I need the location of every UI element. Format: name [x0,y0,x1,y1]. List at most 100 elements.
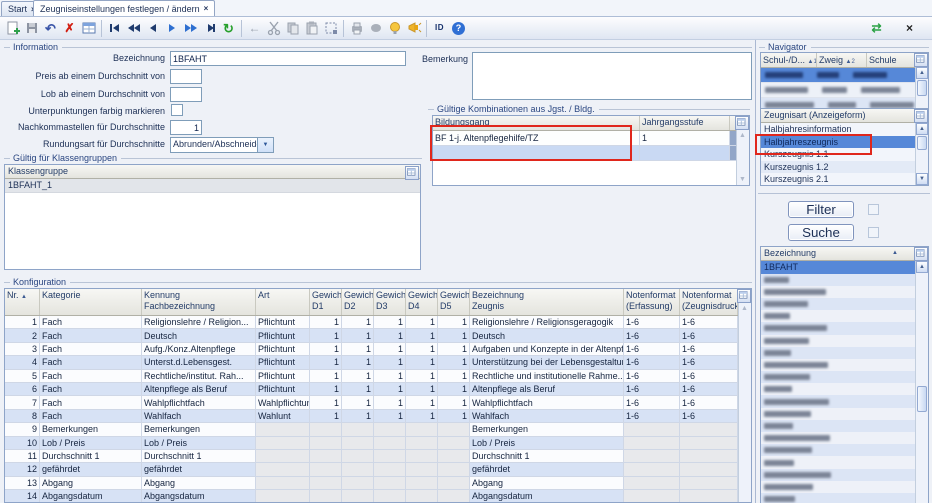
id-icon[interactable]: ID [430,19,449,38]
redacted-row[interactable] [761,408,919,420]
select-icon[interactable] [321,19,340,38]
tab-close-icon[interactable]: × [204,4,209,13]
kombinationen-scrollbar[interactable]: ▲ ▼ [736,130,749,185]
undo-icon[interactable]: ↶ [41,19,60,38]
column-header[interactable]: Schule [867,53,916,67]
field-chooser-button[interactable] [735,116,749,130]
column-header[interactable]: Nr. ▲ [5,289,40,316]
redacted-row[interactable] [761,432,919,444]
column-header[interactable]: Art [256,289,310,316]
redacted-row[interactable] [761,68,919,83]
bezeichnung-item-selected[interactable]: 1BFAHT [761,261,922,274]
prev-page-icon[interactable] [124,19,143,38]
notify-icon[interactable] [404,19,423,38]
field-chooser-button[interactable] [405,166,419,180]
config-row[interactable]: 9BemerkungenBemerkungenBemerkungen✗ [5,423,752,436]
column-header[interactable]: GewichtD1 [310,289,342,316]
filter-button[interactable]: Filter [788,201,854,218]
scroll-down-icon[interactable]: ▼ [916,173,928,185]
suche-checkbox[interactable] [868,227,879,238]
zeugnisart-header[interactable]: Zeugnisart (Anzeigeform) [761,109,928,123]
config-row[interactable]: 7FachWahlpflichtfachWahlpflichtunt11111W… [5,396,752,409]
next-record-icon[interactable] [162,19,181,38]
column-header[interactable]: Notenformat(Zeugnisdruck) [680,289,738,316]
kombination-row[interactable]: ✗ [433,146,750,161]
refresh-icon[interactable]: ↻ [219,19,238,38]
tab-zeugniseinstellungen[interactable]: Zeugniseinstellungen festlegen / ändern … [33,0,215,16]
zeugnisart-item-kurszeugnis-2-1[interactable]: Kurszeugnis 2.1 [761,173,922,186]
redacted-row[interactable] [761,83,919,98]
field-chooser-button[interactable] [914,109,928,123]
column-header[interactable]: GewichtD5 [438,289,470,316]
unterpunktungen-checkbox[interactable] [171,104,183,116]
column-header[interactable]: Notenformat(Erfassung) [624,289,680,316]
save-icon[interactable] [22,19,41,38]
klassengruppen-header[interactable]: Klassengruppe [5,165,420,179]
config-row[interactable]: 8FachWahlfachWahlunt11111Wahlfach1-61-6W… [5,409,752,422]
delete-icon[interactable]: ✗ [60,19,79,38]
config-row[interactable]: 6FachAltenpflege als BerufPflichtunt1111… [5,382,752,395]
zeugnisart-scrollbar[interactable]: ▲ ▼ [915,123,928,185]
config-row[interactable]: 1FachReligionslehre / Religion...Pflicht… [5,316,752,329]
hint-icon[interactable] [385,19,404,38]
redacted-row[interactable] [761,444,919,456]
chevron-down-icon[interactable]: ▼ [257,138,273,152]
redacted-row[interactable] [761,310,919,322]
suche-button[interactable]: Suche [788,224,854,241]
config-row[interactable]: 5FachRechtliche/institut. Rah...Pflichtu… [5,369,752,382]
field-chooser-button[interactable] [914,247,928,261]
scroll-up-icon[interactable]: ▲ [916,67,928,79]
column-header[interactable]: GewichtD4 [406,289,438,316]
column-header[interactable]: Bildungsgang [433,116,640,131]
column-header[interactable]: Kategorie [40,289,142,316]
column-header[interactable]: Zweig ▲2 [817,53,867,67]
kombination-row[interactable]: BF 1-j. Altenpflegehilfe/TZ1✗ [433,131,750,146]
redacted-row[interactable] [761,371,919,383]
config-row[interactable]: 11Durchschnitt 1Durchschnitt 1Durchschni… [5,449,752,462]
redacted-row[interactable] [761,347,919,359]
zeugnisart-item-kurszeugnis-1-2[interactable]: Kurszeugnis 1.2 [761,161,922,174]
redacted-row[interactable] [761,335,919,347]
scroll-up-icon[interactable]: ▲ [916,261,928,273]
cut-icon[interactable] [264,19,283,38]
bezeichnung-scrollbar[interactable]: ▲ [915,261,928,503]
nachkommastellen-input[interactable] [170,120,202,135]
edit-grid-icon[interactable] [79,19,98,38]
copy-icon[interactable] [283,19,302,38]
bezeichnung-input[interactable] [170,51,406,66]
column-header[interactable]: KennungFachbezeichnung [142,289,256,316]
first-record-icon[interactable] [105,19,124,38]
config-row[interactable]: 2FachDeutschPflichtunt11111Deutsch1-61-6… [5,329,752,342]
preview-icon[interactable] [366,19,385,38]
column-header[interactable]: BezeichnungZeugnis [470,289,624,316]
help-icon[interactable]: ? [449,19,468,38]
new-record-icon[interactable] [3,19,22,38]
config-row[interactable]: 12gefährdetgefährdetgefährdet✗ [5,463,752,476]
paste-icon[interactable] [302,19,321,38]
field-chooser-button[interactable] [737,289,751,303]
preis-input[interactable] [170,69,202,84]
scroll-thumb[interactable] [917,80,927,96]
last-record-icon[interactable] [200,19,219,38]
redacted-row[interactable] [761,493,919,503]
sync-view-icon[interactable]: ⇄ [867,19,886,38]
redacted-row[interactable] [761,359,919,371]
zeugnisart-item-halbjahreszeugnis[interactable]: Halbjahreszeugnis [761,136,922,149]
config-row[interactable]: 4FachUnterst.d.Lebensgest.Pflichtunt1111… [5,356,752,369]
redacted-row[interactable] [761,481,919,493]
redacted-row[interactable] [761,383,919,395]
redacted-row[interactable] [761,286,919,298]
print-icon[interactable] [347,19,366,38]
redacted-row[interactable] [761,395,919,407]
field-chooser-button[interactable] [914,53,928,67]
scroll-up-icon[interactable]: ▲ [916,123,928,135]
column-header[interactable]: Schul-/D... ▲1 [761,53,817,67]
config-row[interactable]: 3FachAufg./Konz.AltenpflegePflichtunt111… [5,342,752,355]
next-page-icon[interactable] [181,19,200,38]
redacted-row[interactable] [761,469,919,481]
filter-checkbox[interactable] [868,204,879,215]
column-header[interactable]: GewichtD2 [342,289,374,316]
config-row[interactable]: 13AbgangAbgangAbgang✗ [5,476,752,489]
lob-input[interactable] [170,87,202,102]
column-header[interactable]: Jahrgangsstufe [640,116,730,131]
